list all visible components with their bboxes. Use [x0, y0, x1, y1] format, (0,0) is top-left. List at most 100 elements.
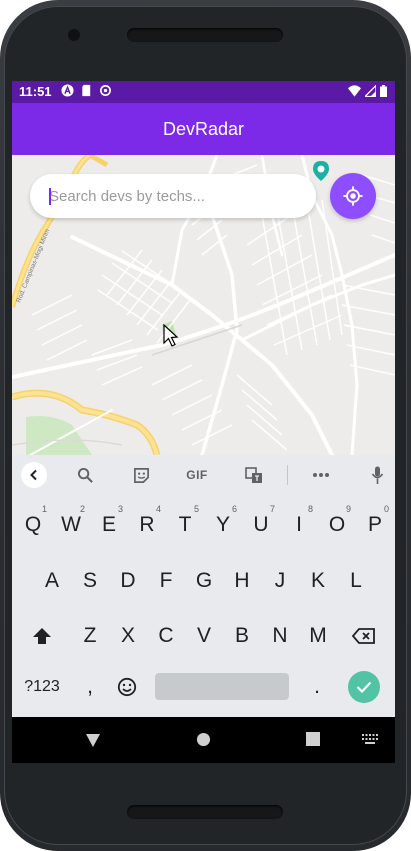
key-c[interactable]: C — [149, 614, 183, 658]
key-t[interactable]: T5 — [168, 503, 202, 547]
period-key[interactable]: . — [300, 665, 334, 709]
key-b[interactable]: B — [225, 614, 259, 658]
recents-nav-icon[interactable] — [306, 732, 320, 746]
key-y[interactable]: Y6 — [206, 503, 240, 547]
app-bar: DevRadar — [12, 103, 395, 155]
key-label: E — [101, 513, 116, 536]
keyboard-toolbar: GIF — [12, 455, 395, 495]
keyboard-search-button[interactable] — [74, 465, 96, 485]
key-label: T — [178, 513, 192, 536]
key-v[interactable]: V — [187, 614, 221, 658]
key-u[interactable]: U7 — [244, 503, 278, 547]
space-bar[interactable] — [155, 673, 289, 700]
key-label: P — [367, 513, 382, 536]
page-title: DevRadar — [162, 118, 245, 139]
navigation-bar — [12, 717, 395, 763]
key-o[interactable]: O9 — [320, 503, 354, 547]
mic-button[interactable] — [367, 465, 387, 485]
key-a[interactable]: A — [35, 559, 69, 603]
key-label: U — [253, 513, 269, 536]
a-badge-icon — [61, 84, 74, 97]
sticker-button[interactable] — [130, 465, 152, 485]
key-label: N — [272, 624, 288, 647]
key-n[interactable]: N — [263, 614, 297, 658]
mic-icon — [371, 466, 383, 484]
key-j[interactable]: J — [263, 559, 297, 603]
key-hint: 1 — [41, 504, 47, 514]
key-label: O — [328, 513, 346, 536]
key-z[interactable]: Z — [73, 614, 107, 658]
key-hint: 5 — [193, 504, 199, 514]
key-label: Q — [24, 513, 42, 536]
key-d[interactable]: D — [111, 559, 145, 603]
backspace-key[interactable] — [346, 614, 382, 658]
key-i[interactable]: I8 — [282, 503, 316, 547]
search-icon — [77, 467, 93, 483]
top-speaker — [127, 28, 283, 42]
bottom-speaker — [127, 805, 283, 819]
key-label: S — [82, 569, 97, 592]
more-button[interactable] — [309, 465, 333, 485]
key-m[interactable]: M — [301, 614, 335, 658]
map-view[interactable]: Rod. Campinas-Mogi Mirim — [12, 155, 395, 455]
key-label: C — [158, 624, 174, 647]
key-label: H — [234, 569, 250, 592]
key-label: I — [296, 513, 302, 536]
key-label: W — [61, 513, 81, 536]
key-e[interactable]: E3 — [92, 503, 126, 547]
locate-button[interactable] — [330, 173, 376, 219]
toolbar-divider — [287, 465, 288, 485]
key-q[interactable]: Q1 — [16, 503, 50, 547]
key-w[interactable]: W2 — [54, 503, 88, 547]
soft-keyboard: GIF Q1 W2 E3 R4 T5 Y6 U7 I8 O9 P 0 A S D… — [12, 455, 395, 717]
screen: 11:51 DevRadar Rod. Campinas-Mogi Mirim … — [12, 81, 395, 763]
key-label: R — [139, 513, 155, 536]
key-label: M — [309, 624, 327, 647]
back-nav-icon[interactable] — [85, 732, 101, 748]
key-s[interactable]: S — [73, 559, 107, 603]
status-time: 11:51 — [19, 84, 52, 99]
key-hint: 3 — [117, 504, 123, 514]
back-button[interactable] — [21, 462, 47, 488]
key-label: Z — [83, 624, 97, 647]
emoji-key[interactable] — [110, 665, 144, 709]
sticker-icon — [133, 467, 149, 483]
sd-card-icon — [82, 84, 91, 97]
key-label: L — [350, 569, 362, 592]
key-label: G — [195, 569, 213, 592]
key-label: F — [159, 569, 173, 592]
key-label: B — [234, 624, 249, 647]
key-hint: 9 — [345, 504, 351, 514]
done-key[interactable] — [348, 671, 380, 703]
shift-key[interactable] — [25, 614, 59, 658]
key-label: D — [120, 569, 136, 592]
translate-button[interactable] — [243, 465, 265, 485]
battery-icon — [380, 85, 387, 97]
emoji-icon — [117, 677, 137, 697]
shift-icon — [33, 628, 51, 644]
key-l[interactable]: L — [339, 559, 373, 603]
key-h[interactable]: H — [225, 559, 259, 603]
wifi-icon — [348, 85, 361, 97]
sync-icon — [100, 85, 111, 96]
key-k[interactable]: K — [301, 559, 335, 603]
text-caret — [49, 188, 51, 205]
key-g[interactable]: G — [187, 559, 221, 603]
key-label: K — [310, 569, 325, 592]
key-hint: 7 — [269, 504, 275, 514]
key-hint: 4 — [155, 504, 161, 514]
key-x[interactable]: X — [111, 614, 145, 658]
more-icon — [313, 473, 329, 477]
key-p[interactable]: P0 — [358, 503, 392, 547]
comma-key[interactable]: , — [73, 665, 107, 709]
search-input[interactable] — [30, 174, 316, 218]
home-nav-icon[interactable] — [196, 732, 211, 747]
key-label: J — [274, 569, 286, 592]
key-label: Y — [215, 513, 230, 536]
keyboard-switch-icon[interactable] — [362, 734, 378, 745]
symbols-key[interactable]: ?123 — [20, 665, 64, 709]
key-f[interactable]: F — [149, 559, 183, 603]
gif-button[interactable]: GIF — [182, 465, 212, 485]
key-hint: 8 — [307, 504, 313, 514]
key-r[interactable]: R4 — [130, 503, 164, 547]
